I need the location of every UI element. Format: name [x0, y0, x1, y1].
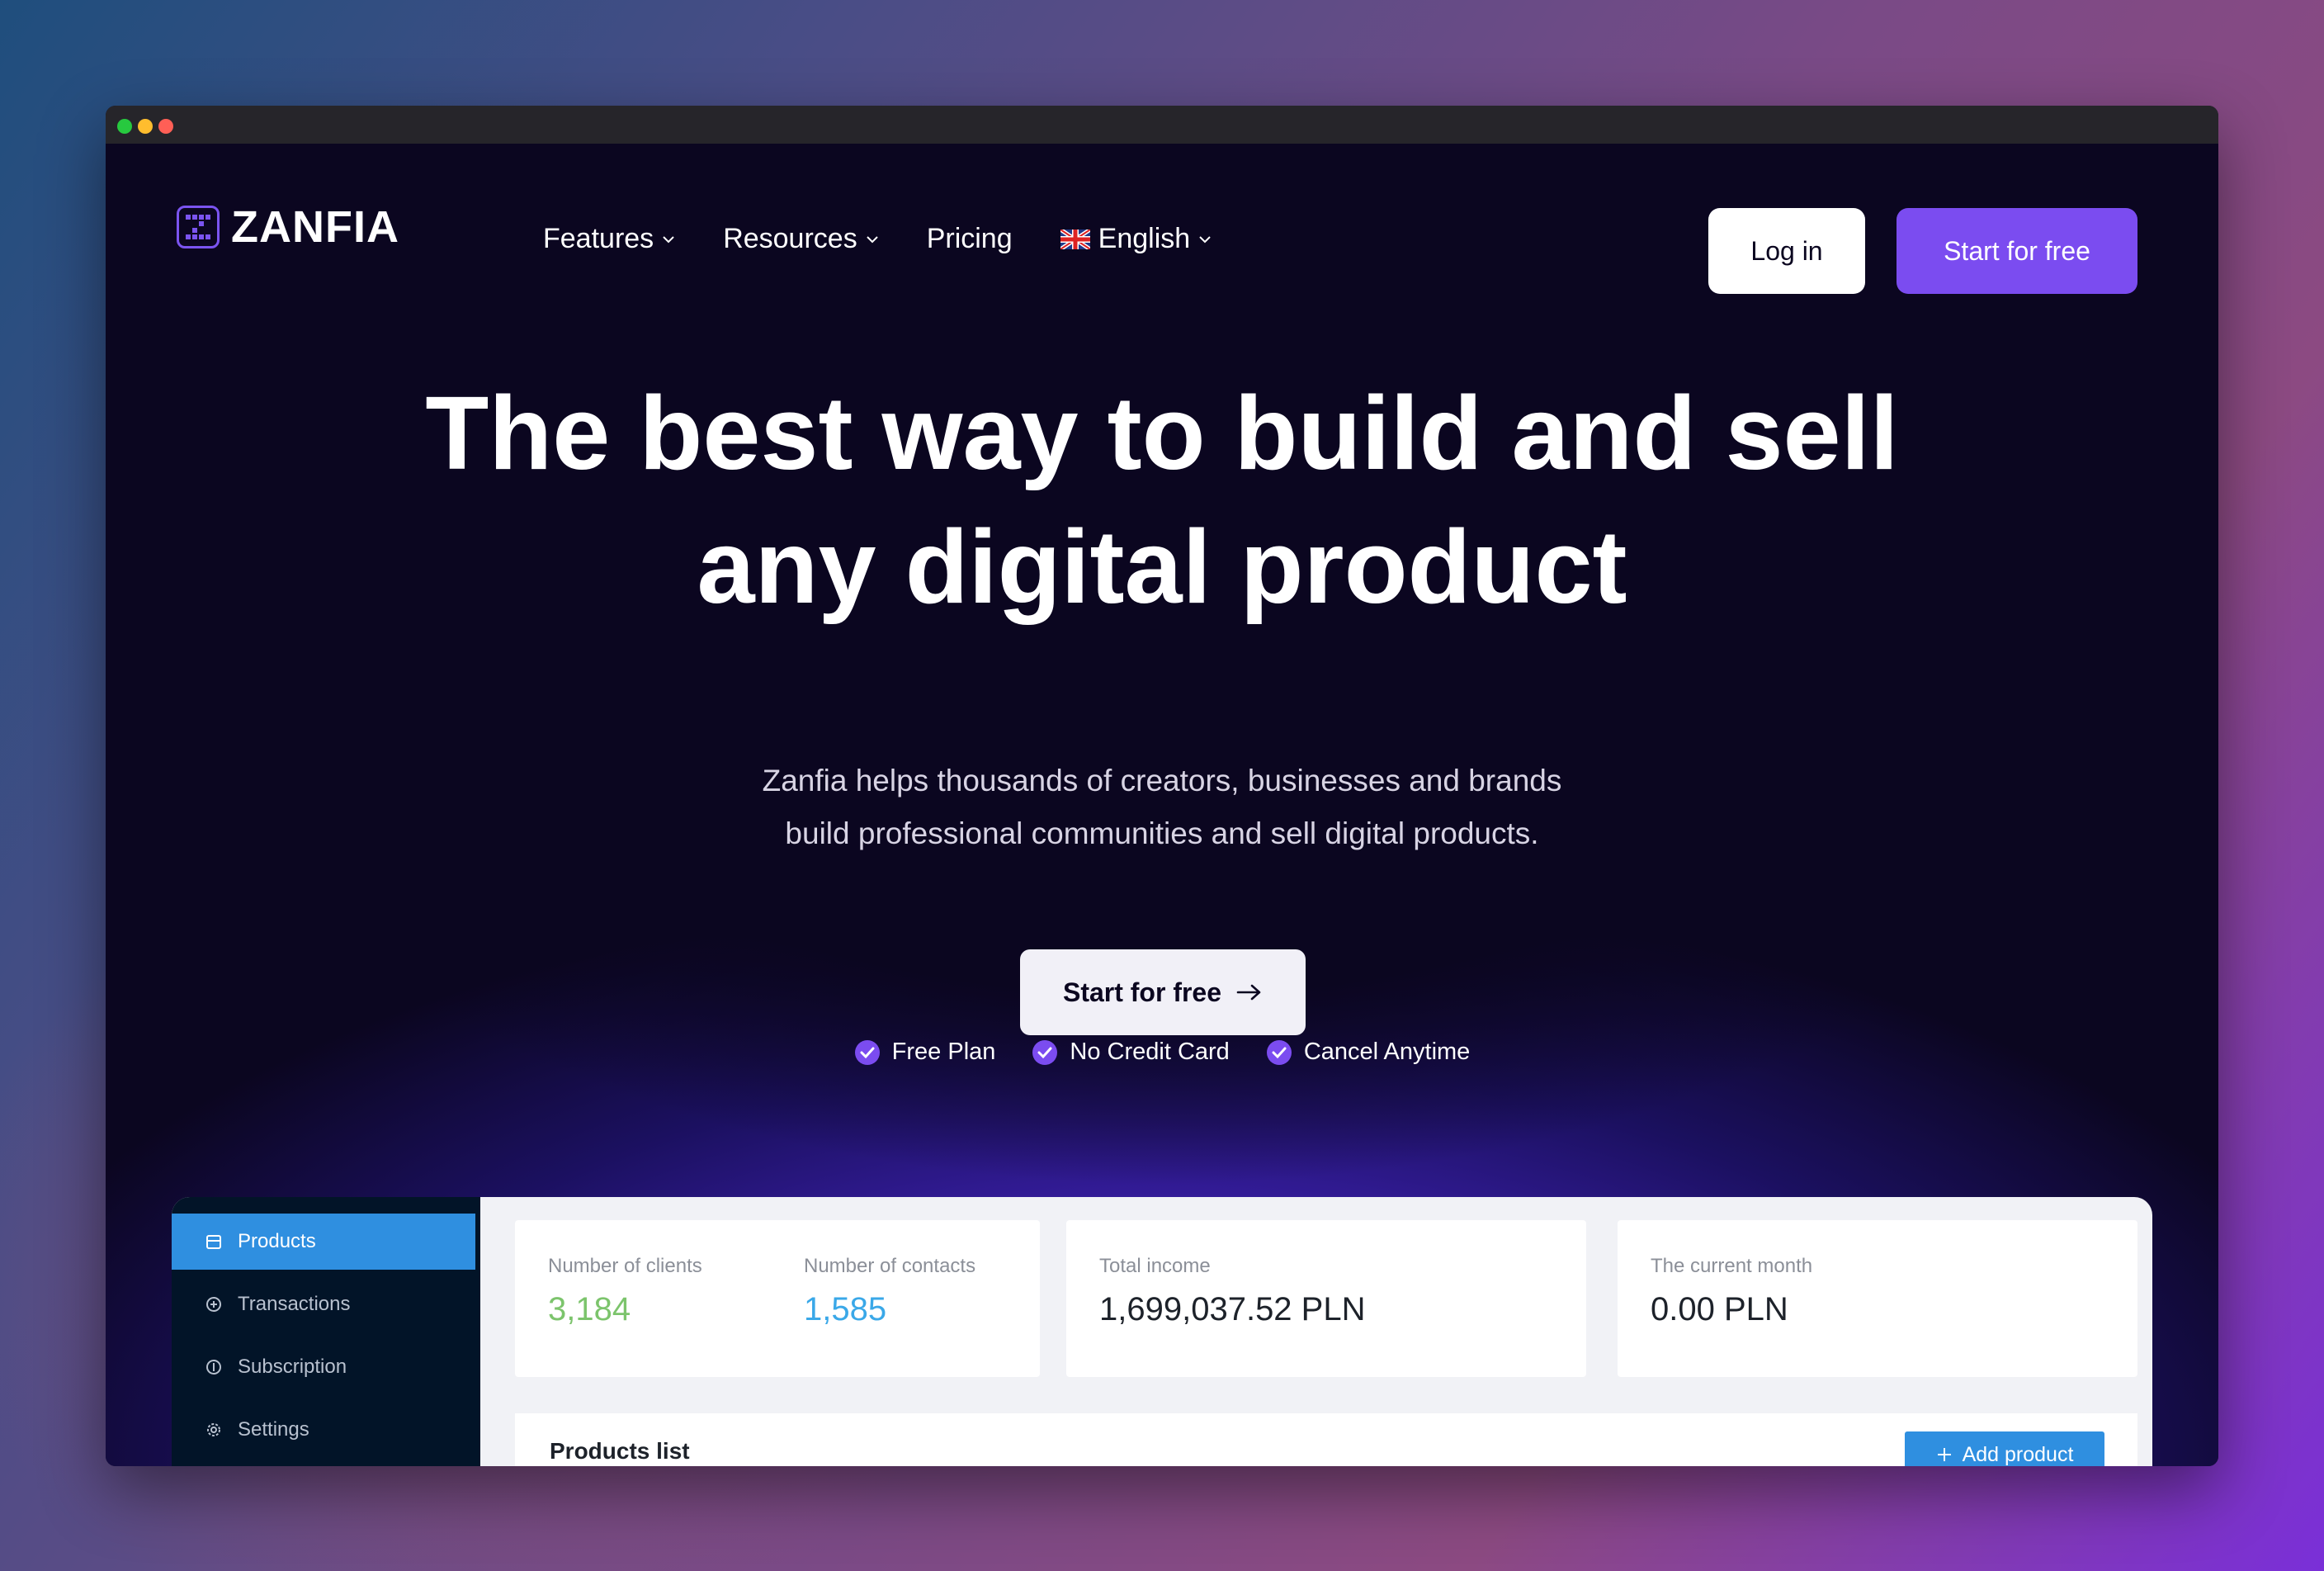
hero-subtitle-line2: build professional communities and sell … [785, 816, 1539, 850]
box-icon [206, 1235, 221, 1249]
check-circle-icon [854, 1039, 880, 1065]
browser-window: ZANFIA Features Resources Pricing Englis… [106, 106, 2218, 1466]
benefit-item: No Credit Card [1032, 1039, 1230, 1066]
sidebar-item-products[interactable]: Products [172, 1214, 475, 1270]
nav-pricing-label: Pricing [926, 223, 1013, 254]
dollar-circle-icon [206, 1360, 221, 1375]
nav-resources-label: Resources [723, 223, 857, 254]
clients-label: Number of clients [548, 1255, 702, 1277]
hero-title-line2: any digital product [697, 509, 1627, 625]
dashboard-preview: Products Transactions Subscription Setti… [172, 1197, 2152, 1466]
hero-benefits: Free Plan No Credit Card Cancel Anytime [106, 1039, 2218, 1066]
logo-mark-icon [177, 206, 220, 248]
language-selector[interactable]: English [1060, 223, 1212, 255]
window-titlebar [106, 106, 2218, 144]
month-label: The current month [1651, 1255, 1813, 1277]
benefit-label: Cancel Anytime [1303, 1039, 1471, 1065]
sidebar-item-label: Products [238, 1230, 316, 1252]
login-button[interactable]: Log in [1708, 208, 1865, 294]
add-product-button[interactable]: Add product [1905, 1431, 2104, 1466]
sidebar-item-settings[interactable]: Settings [172, 1402, 475, 1458]
hero-title-highlight-text: build and sell [1234, 375, 1899, 491]
hero-start-label: Start for free [1062, 977, 1222, 1007]
start-for-free-nav-button[interactable]: Start for free [1897, 208, 2137, 294]
contacts-value: 1,585 [804, 1291, 887, 1327]
main-nav: Features Resources Pricing English [543, 223, 1259, 255]
sidebar-item-label: Subscription [238, 1356, 347, 1378]
window-maximize-dot[interactable] [117, 119, 132, 134]
hero-start-button[interactable]: Start for free [1020, 949, 1306, 1035]
chevron-down-icon [1199, 235, 1211, 243]
hero-title-highlight: build and sell [1234, 367, 1899, 507]
clients-value: 3,184 [548, 1291, 631, 1327]
sidebar-item-transactions[interactable]: Transactions [172, 1276, 475, 1332]
check-circle-icon [1266, 1039, 1292, 1065]
benefit-item: Cancel Anytime [1266, 1039, 1471, 1066]
plus-icon [1937, 1448, 1951, 1461]
benefit-label: Free Plan [891, 1039, 996, 1065]
benefit-label: No Credit Card [1070, 1039, 1230, 1065]
hero-title-prefix: The best way to [425, 375, 1235, 491]
logo[interactable]: ZANFIA [177, 201, 399, 253]
sidebar-item-label: Transactions [238, 1293, 351, 1315]
nav-features-label: Features [543, 223, 654, 254]
window-close-dot[interactable] [158, 119, 173, 134]
month-value: 0.00 PLN [1651, 1291, 1788, 1327]
gear-icon [207, 1423, 220, 1436]
nav-resources[interactable]: Resources [723, 223, 879, 255]
products-list-title: Products list [550, 1438, 690, 1464]
hero-title: The best way to build and sell any digit… [106, 367, 2218, 634]
chevron-down-icon [866, 235, 878, 243]
window-minimize-dot[interactable] [138, 119, 153, 134]
language-label: English [1098, 223, 1191, 254]
hero-subtitle: Zanfia helps thousands of creators, busi… [106, 755, 2218, 860]
uk-flag-icon [1060, 229, 1090, 249]
page-viewport: ZANFIA Features Resources Pricing Englis… [106, 144, 2218, 1466]
hero-subtitle-line1: Zanfia helps thousands of creators, busi… [762, 764, 1562, 797]
dashboard-sidebar: Products Transactions Subscription Setti… [172, 1197, 480, 1466]
add-product-label: Add product [1962, 1442, 2074, 1466]
benefit-item: Free Plan [854, 1039, 996, 1066]
income-value: 1,699,037.52 PLN [1099, 1291, 1366, 1327]
current-month-card: The current month 0.00 PLN [1618, 1220, 2137, 1377]
clients-contacts-card: Number of clients 3,184 Number of contac… [515, 1220, 1040, 1377]
chevron-down-icon [663, 235, 674, 243]
nav-features[interactable]: Features [543, 223, 675, 255]
sidebar-item-subscription[interactable]: Subscription [172, 1339, 475, 1395]
income-label: Total income [1099, 1255, 1211, 1277]
products-list-panel: Products list Add product [515, 1413, 2137, 1466]
nav-pricing[interactable]: Pricing [927, 223, 1013, 255]
income-card: Total income 1,699,037.52 PLN [1066, 1220, 1586, 1377]
arrow-right-icon [1236, 984, 1261, 1001]
sidebar-item-label: Settings [238, 1418, 309, 1441]
contacts-label: Number of contacts [804, 1255, 976, 1277]
refresh-icon [206, 1297, 221, 1312]
check-circle-icon [1032, 1039, 1058, 1065]
logo-text: ZANFIA [231, 202, 399, 252]
